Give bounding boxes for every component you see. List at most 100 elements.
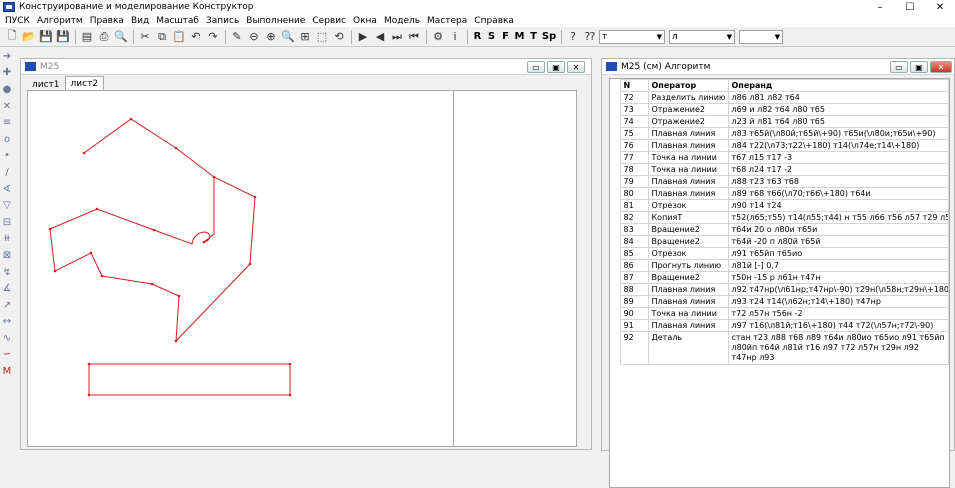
vertex-point[interactable] bbox=[87, 362, 91, 366]
table-row[interactable]: 80 Плавная линия л89 т68 т66(\л70;т66\+180… bbox=[610, 187, 949, 200]
row-indicator[interactable] bbox=[610, 331, 621, 365]
brush-icon[interactable]: ✎ bbox=[229, 29, 245, 45]
cell-operator[interactable]: Плавная линия bbox=[647, 295, 729, 308]
cell-operator[interactable]: Прогнуть линию bbox=[647, 259, 729, 272]
row-indicator[interactable] bbox=[610, 247, 621, 260]
mode-sp-button[interactable]: Sp bbox=[541, 29, 557, 45]
menu-item-3[interactable]: Вид bbox=[131, 16, 149, 26]
cell-operand[interactable]: л93 т24 т14(\л62н;т14\+180) т47нр bbox=[727, 295, 949, 308]
drawing-minimize-button[interactable]: ▭ bbox=[527, 61, 545, 73]
cell-n[interactable]: 89 bbox=[619, 295, 649, 308]
table-row[interactable]: 72 Разделить линию л86 л81 л82 т64 bbox=[610, 91, 949, 104]
point-combo[interactable]: т ▼ bbox=[599, 29, 665, 44]
cell-operator[interactable]: Отражение2 bbox=[647, 115, 729, 128]
cell-n[interactable]: 84 bbox=[619, 235, 649, 248]
cell-operand[interactable]: л69 и л82 т64 л80 т65 bbox=[727, 103, 949, 116]
cell-operator[interactable]: Точка на линии bbox=[647, 151, 729, 164]
print-preview-icon[interactable]: ▤ bbox=[79, 29, 95, 45]
row-indicator[interactable] bbox=[610, 139, 621, 152]
step-back-icon[interactable]: ◀ bbox=[372, 29, 388, 45]
cell-n[interactable]: 75 bbox=[619, 127, 649, 140]
row-indicator[interactable] bbox=[610, 271, 621, 284]
cell-n[interactable]: 83 bbox=[619, 223, 649, 236]
cross-icon[interactable]: ✕ bbox=[0, 98, 14, 115]
line-icon[interactable]: / bbox=[0, 164, 14, 181]
table-row[interactable]: 73 Отражение2 л69 и л82 т64 л80 т65 bbox=[610, 103, 949, 116]
cell-operator[interactable]: Отражение2 bbox=[647, 103, 729, 116]
table-row[interactable]: 82 КопияТ т52(л65;т55) т14(л55;т44) н т55 … bbox=[610, 211, 949, 224]
help-icon[interactable]: ? bbox=[565, 29, 581, 45]
cell-operand[interactable]: л86 л81 л82 т64 bbox=[727, 91, 949, 104]
cell-n[interactable]: 77 bbox=[619, 151, 649, 164]
row-indicator[interactable] bbox=[610, 91, 621, 104]
cell-operand[interactable]: л83 т65й(\л80й;т65й\+90) т65и(\л80и;т65и… bbox=[727, 127, 949, 140]
cell-operand[interactable]: т68 л24 т17 -2 bbox=[727, 163, 949, 176]
mode-m-button[interactable]: M bbox=[513, 29, 526, 45]
model-m-icon[interactable]: M bbox=[0, 363, 14, 380]
algorithm-maximize-button[interactable]: ▣ bbox=[910, 61, 928, 73]
paste-icon[interactable]: 📋 bbox=[171, 29, 187, 45]
table-row[interactable]: 78 Точка на линии т68 л24 т17 -2 bbox=[610, 163, 949, 176]
maximize-button[interactable]: ☐ bbox=[895, 0, 925, 14]
row-indicator[interactable] bbox=[610, 223, 621, 236]
cell-n[interactable]: 92 bbox=[619, 331, 649, 365]
vertex-point[interactable] bbox=[87, 393, 91, 397]
table-row[interactable]: 75 Плавная линия л83 т65й(\л80й;т65й\+90) … bbox=[610, 127, 949, 140]
cell-n[interactable]: 87 bbox=[619, 271, 649, 284]
cell-n[interactable]: 88 bbox=[619, 283, 649, 296]
mode-f-button[interactable]: F bbox=[499, 29, 512, 45]
plus-cross-icon[interactable]: ✚ bbox=[0, 65, 14, 82]
open-folder-icon[interactable]: 📂 bbox=[21, 29, 37, 45]
row-indicator[interactable] bbox=[610, 127, 621, 140]
info-icon[interactable]: i bbox=[447, 29, 463, 45]
arrow-right-icon[interactable]: ➜ bbox=[0, 48, 14, 65]
row-indicator[interactable] bbox=[610, 115, 621, 128]
header-operand[interactable]: Операнд bbox=[727, 79, 949, 92]
page-preview-icon[interactable]: 🔍 bbox=[113, 29, 129, 45]
row-indicator[interactable] bbox=[610, 103, 621, 116]
cell-n[interactable]: 78 bbox=[619, 163, 649, 176]
vertex-point[interactable] bbox=[53, 269, 57, 273]
table-row[interactable]: 87 Вращение2 т50н -15 р л61н т47н bbox=[610, 271, 949, 284]
table-row[interactable]: 92 Деталь стан т23 л88 т68 л89 т64и л80ио … bbox=[610, 331, 949, 365]
mode-r-button[interactable]: R bbox=[471, 29, 484, 45]
cell-operand[interactable]: т72 л57н т56н -2 bbox=[727, 307, 949, 320]
spline-icon[interactable]: ∿ bbox=[0, 330, 14, 347]
cell-operand[interactable]: т67 л15 т17 -3 bbox=[727, 151, 949, 164]
cell-operator[interactable]: Плавная линия bbox=[647, 127, 729, 140]
save-all-icon[interactable]: 💾 bbox=[55, 29, 71, 45]
cell-operand[interactable]: стан т23 л88 т68 л89 т64и л80ио т65ио л9… bbox=[727, 331, 949, 365]
zoom-in-icon[interactable]: ⊕ bbox=[263, 29, 279, 45]
run-icon[interactable]: ⚙ bbox=[430, 29, 446, 45]
cell-operator[interactable]: Отрезок bbox=[647, 247, 729, 260]
table-row[interactable]: 86 Прогнуть линию л81й [-] 0,7 bbox=[610, 259, 949, 272]
cell-operand[interactable]: т50н -15 р л61н т47н bbox=[727, 271, 949, 284]
bend-icon[interactable]: ↯ bbox=[0, 264, 14, 281]
table-row[interactable]: 84 Вращение2 т64й -20 п л80й т65й bbox=[610, 235, 949, 248]
cell-operand[interactable]: л88 т23 т63 т68 bbox=[727, 175, 949, 188]
zoom-window-icon[interactable]: ⬚ bbox=[314, 29, 330, 45]
circle-icon[interactable]: ● bbox=[0, 81, 14, 98]
cell-operator[interactable]: Плавная линия bbox=[647, 175, 729, 188]
cell-operand[interactable]: л89 т68 т66(\л70;т66\+180) т64и bbox=[727, 187, 949, 200]
cell-n[interactable]: 74 bbox=[619, 115, 649, 128]
cell-operator[interactable]: Точка на линии bbox=[647, 163, 729, 176]
vertex-point[interactable] bbox=[89, 251, 93, 255]
zoom-fit-icon[interactable]: ⊞ bbox=[297, 29, 313, 45]
save-icon[interactable]: 💾 bbox=[38, 29, 54, 45]
vertex-point[interactable] bbox=[82, 151, 86, 155]
vertex-point[interactable] bbox=[253, 195, 257, 199]
undo-icon[interactable]: ↶ bbox=[188, 29, 204, 45]
table-row[interactable]: 88 Плавная линия л92 т47нр(\л61нр;т47нр\-9… bbox=[610, 283, 949, 296]
menu-item-7[interactable]: Сервис bbox=[312, 16, 346, 26]
cell-n[interactable]: 86 bbox=[619, 259, 649, 272]
cell-n[interactable]: 90 bbox=[619, 307, 649, 320]
zoom-out-icon[interactable]: ⊖ bbox=[246, 29, 262, 45]
waistband-rectangle[interactable] bbox=[88, 363, 291, 396]
cell-operand[interactable]: л23 й л81 т64 л80 т65 bbox=[727, 115, 949, 128]
row-indicator[interactable] bbox=[610, 319, 621, 332]
print-icon[interactable]: ⎙ bbox=[96, 29, 112, 45]
vertex-point[interactable] bbox=[174, 339, 178, 343]
drawing-close-button[interactable]: ✕ bbox=[567, 61, 585, 73]
point-icon[interactable]: • bbox=[0, 148, 14, 165]
